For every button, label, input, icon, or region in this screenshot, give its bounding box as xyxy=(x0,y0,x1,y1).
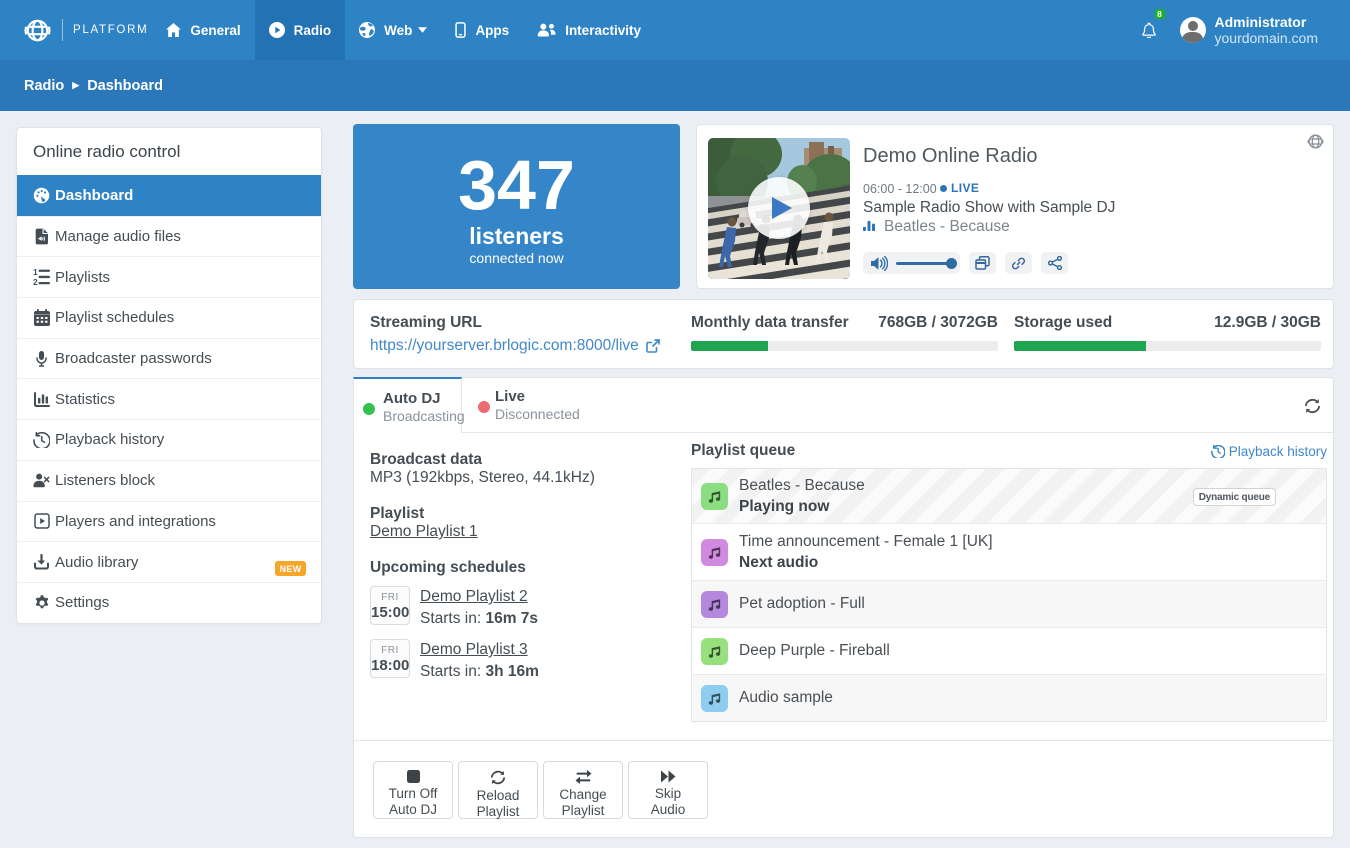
svg-text:1: 1 xyxy=(33,269,38,277)
svg-text:2: 2 xyxy=(33,277,38,285)
